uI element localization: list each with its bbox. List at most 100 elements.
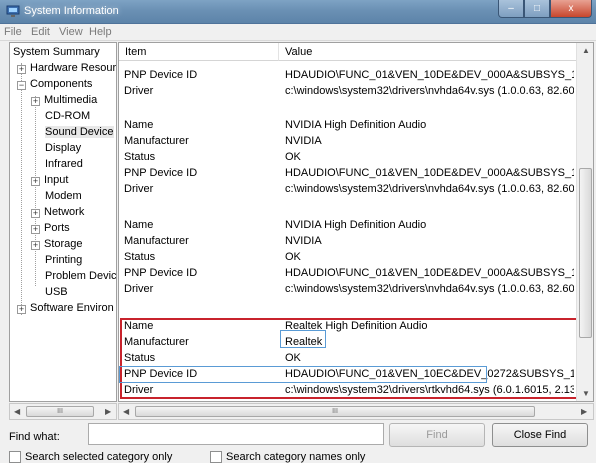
detail-value: HDAUDIO\FUNC_01&VEN_10DE&DEV_000A&SUBSYS… [285,167,574,179]
tree-item-software-environment[interactable]: + Software Environ [17,302,114,317]
tree-item-components[interactable]: − Components [17,78,92,93]
details-vertical-scrollbar[interactable]: ▲ ▼ [576,43,593,401]
scroll-right-icon[interactable]: ▶ [581,407,587,416]
detail-value: HDAUDIO\FUNC_01&VEN_10DE&DEV_000A&SUBSYS… [285,69,574,81]
expand-icon[interactable]: + [17,65,26,74]
checkbox-box[interactable] [210,451,222,463]
window-title: System Information [24,5,119,17]
tree-item-ports[interactable]: + Ports [31,222,70,237]
details-horizontal-scrollbar[interactable]: ◀ III ▶ [118,403,594,420]
search-category-names-checkbox[interactable]: Search category names only [210,451,365,463]
checkbox-label: Search category names only [226,451,366,463]
tree-item-label: Hardware Resourc [30,62,117,74]
tree-item-label: Display [45,142,82,154]
tree-item-hardware-resources[interactable]: + Hardware Resourc [17,62,117,77]
expand-icon[interactable]: + [31,209,40,218]
menu-help[interactable]: Help [89,26,112,38]
scroll-left-icon[interactable]: ◀ [123,407,129,416]
menu-bar: File Edit View Help [0,24,596,41]
checkbox-label: Search selected category only [25,451,173,463]
minimize-button[interactable]: – [498,0,524,18]
title-bar: System Information – □ x [0,0,596,24]
find-what-input[interactable] [88,423,384,445]
tree-item-label: System Summary [13,46,100,58]
tree-connector [21,63,22,315]
tree-item-label: USB [45,286,68,298]
detail-key: PNP Device ID [124,69,198,81]
expand-icon[interactable]: + [31,97,40,106]
window-controls: – □ x [498,0,592,18]
scroll-down-icon[interactable]: ▼ [582,389,590,398]
tree-item-label: Infrared [45,158,83,170]
detail-key: Driver [124,183,154,195]
detail-key: Name [124,119,154,131]
detail-value: c:\windows\system32\drivers\nvhda64v.sys… [285,183,574,195]
collapse-icon[interactable]: − [17,81,26,90]
realtek-highlight-box [120,318,579,399]
realtek-focus-box [280,330,326,348]
detail-value: OK [285,151,301,163]
tree-item-network[interactable]: + Network [31,206,84,221]
detail-value: NVIDIA [285,135,322,147]
tree-item-label: Sound Device [45,126,114,138]
column-header-value[interactable]: Value [279,43,579,61]
detail-key: Name [124,219,154,231]
tree-horizontal-scrollbar[interactable]: ◀ III ▶ [9,403,117,420]
tree-item-problem-devices[interactable]: Problem Devic [45,270,117,285]
tree-item-system-summary[interactable]: System Summary [13,46,100,61]
tree-item-storage[interactable]: + Storage [31,238,83,253]
tree-item-label: Multimedia [44,94,98,106]
detail-key: PNP Device ID [124,267,198,279]
pnp-focus-box [119,366,487,383]
system-information-icon [6,5,20,17]
detail-key: Manufacturer [124,235,189,247]
tree-item-label: Problem Devic [45,270,117,282]
scroll-left-icon[interactable]: ◀ [14,407,20,416]
menu-edit[interactable]: Edit [31,26,50,38]
tree-item-label: Components [30,78,93,90]
expand-icon[interactable]: + [31,225,40,234]
expand-icon[interactable]: + [31,241,40,250]
detail-value: OK [285,251,301,263]
detail-value: c:\windows\system32\drivers\nvhda64v.sys… [285,85,574,97]
tree-connector [35,96,36,286]
tree-item-infrared[interactable]: Infrared [45,158,83,173]
tree-item-label: Storage [44,238,83,250]
tree-item-label: CD-ROM [45,110,91,122]
tree-item-modem[interactable]: Modem [45,190,82,205]
detail-value: c:\windows\system32\drivers\nvhda64v.sys… [285,283,574,295]
find-what-label: Find what: [9,431,60,443]
tree-item-sound-device[interactable]: Sound Device [45,126,114,141]
tree-item-label: Modem [45,190,82,202]
tree-item-display[interactable]: Display [45,142,81,157]
checkbox-box[interactable] [9,451,21,463]
tree-item-printing[interactable]: Printing [45,254,82,269]
menu-view[interactable]: View [59,26,83,38]
tree-item-label: Printing [45,254,83,266]
column-header-item[interactable]: Item [119,43,279,61]
expand-icon[interactable]: + [17,305,26,314]
tree-item-label: Network [44,206,85,218]
expand-icon[interactable]: + [31,177,40,186]
detail-value: NVIDIA High Definition Audio [285,219,427,231]
scroll-thumb[interactable] [579,168,592,338]
scroll-thumb[interactable]: III [26,406,94,417]
category-tree[interactable]: System Summary + Hardware Resourc − Comp… [9,42,117,402]
detail-value: NVIDIA [285,235,322,247]
detail-key: Driver [124,85,154,97]
search-selected-category-checkbox[interactable]: Search selected category only [9,451,172,463]
close-find-button[interactable]: Close Find [492,423,588,447]
tree-item-multimedia[interactable]: + Multimedia [31,94,97,109]
scroll-right-icon[interactable]: ▶ [105,407,111,416]
scroll-thumb[interactable]: III [135,406,535,417]
close-button[interactable]: x [550,0,592,18]
details-list[interactable]: Item Value PNP Device ID HDAUDIO\FUNC_01… [118,42,594,402]
find-button[interactable]: Find [389,423,485,447]
maximize-button[interactable]: □ [524,0,550,18]
tree-item-usb[interactable]: USB [45,286,68,301]
tree-item-input[interactable]: + Input [31,174,68,189]
scroll-up-icon[interactable]: ▲ [582,46,590,55]
tree-item-cd-rom[interactable]: CD-ROM [45,110,90,125]
menu-file[interactable]: File [4,26,22,38]
detail-key: Status [124,251,156,263]
